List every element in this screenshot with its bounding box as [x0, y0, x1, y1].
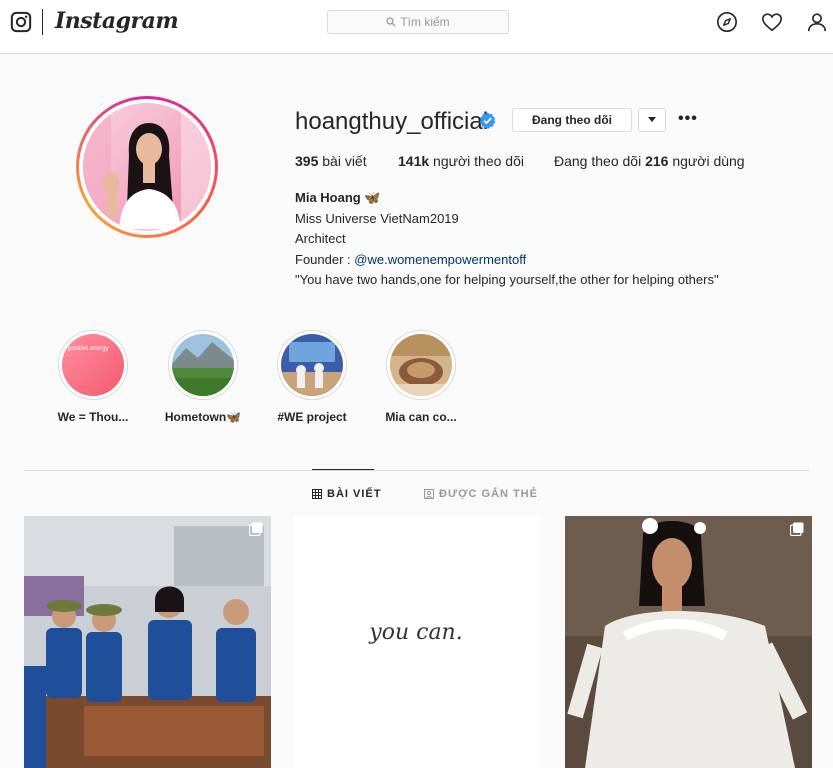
avatar: [83, 103, 211, 231]
post-caption-text: you can.: [368, 620, 462, 645]
posts-label: bài viết: [318, 153, 367, 169]
caret-down-icon: [648, 117, 656, 122]
multiple-photos-icon: [249, 522, 263, 536]
highlight-thumbnail: positive energy: [62, 334, 124, 396]
post-image: you can.: [293, 516, 540, 768]
founder-prefix: Founder :: [295, 251, 355, 267]
highlight-label: Mia can co...: [385, 410, 457, 424]
profile-bio: Mia Hoang 🦋 Miss Universe VietNam2019 Ar…: [295, 188, 719, 291]
story-highlight[interactable]: positive energy We = Thou...: [38, 330, 148, 424]
instagram-wordmark[interactable]: Instagram: [55, 8, 179, 34]
tab-tagged-label: ĐƯỢC GẮN THẺ: [439, 488, 538, 500]
heart-icon[interactable]: [761, 11, 783, 33]
followers-count: 141k: [398, 153, 430, 169]
profile-avatar-ring[interactable]: [76, 96, 218, 238]
search-input[interactable]: Tìm kiếm: [327, 10, 509, 34]
story-highlight[interactable]: Hometown🦋: [148, 330, 258, 424]
story-highlight[interactable]: Mia can co...: [366, 330, 476, 424]
avatar-photo: [83, 103, 209, 229]
posts-count: 395: [295, 153, 319, 169]
followers-stat[interactable]: 141k người theo dõi: [398, 153, 554, 169]
story-highlight[interactable]: #WE project: [257, 330, 367, 424]
following-label: người dùng: [668, 153, 745, 169]
nav-divider: [42, 9, 43, 35]
search-icon: [386, 17, 396, 27]
highlight-thumb-text: positive energy: [68, 346, 108, 352]
profile-full-name: Mia Hoang 🦋: [295, 190, 381, 205]
instagram-logo-icon[interactable]: [10, 11, 32, 33]
tab-posts-label: BÀI VIẾT: [327, 488, 382, 500]
bio-line: Miss Universe VietNam2019: [295, 210, 459, 226]
following-count: 216: [645, 153, 669, 169]
highlight-label: We = Thou...: [57, 410, 129, 424]
multiple-photos-icon: [790, 522, 804, 536]
tab-tagged[interactable]: ĐƯỢC GẮN THẺ: [424, 488, 538, 500]
highlight-thumbnail: [281, 334, 343, 396]
bio-founder-line: Founder : @we.womenempowermentoff: [295, 250, 719, 271]
following-button[interactable]: Đang theo dõi: [512, 108, 632, 132]
posts-count-stat: 395 bài viết: [295, 153, 398, 169]
profile-stats: 395 bài viết 141k người theo dõi Đang th…: [295, 153, 745, 169]
highlight-thumbnail: [390, 334, 452, 396]
search-placeholder: Tìm kiếm: [400, 15, 450, 29]
post-image: [24, 516, 271, 768]
bio-quote: "You have two hands,one for helping your…: [295, 272, 719, 287]
post-thumbnail[interactable]: [565, 516, 812, 768]
tab-posts[interactable]: BÀI VIẾT: [312, 488, 381, 500]
following-prefix: Đang theo dõi: [554, 153, 646, 169]
bio-line: Architect: [295, 231, 346, 246]
highlight-label: #WE project: [277, 410, 347, 424]
post-thumbnail[interactable]: [24, 516, 271, 768]
tabs-divider: [24, 470, 809, 471]
following-stat[interactable]: Đang theo dõi 216 người dùng: [554, 153, 745, 169]
post-image: [565, 516, 812, 768]
grid-icon: [312, 489, 322, 499]
post-thumbnail[interactable]: you can.: [293, 516, 540, 768]
profile-icon[interactable]: [806, 11, 828, 33]
followers-label: người theo dõi: [429, 153, 524, 169]
active-tab-indicator: [312, 469, 374, 470]
suggestions-dropdown-button[interactable]: [638, 108, 666, 132]
top-nav: Instagram Tìm kiếm: [0, 0, 833, 54]
highlight-label: Hometown🦋: [164, 410, 242, 424]
tagged-icon: [424, 489, 434, 499]
more-options-button[interactable]: •••: [678, 110, 698, 128]
founder-mention-link[interactable]: @we.womenempowermentoff: [354, 252, 526, 267]
highlight-thumbnail: [172, 334, 234, 396]
profile-username: hoangthuy_official: [295, 108, 489, 135]
verified-badge-icon: [479, 112, 496, 129]
compass-icon[interactable]: [716, 11, 738, 33]
